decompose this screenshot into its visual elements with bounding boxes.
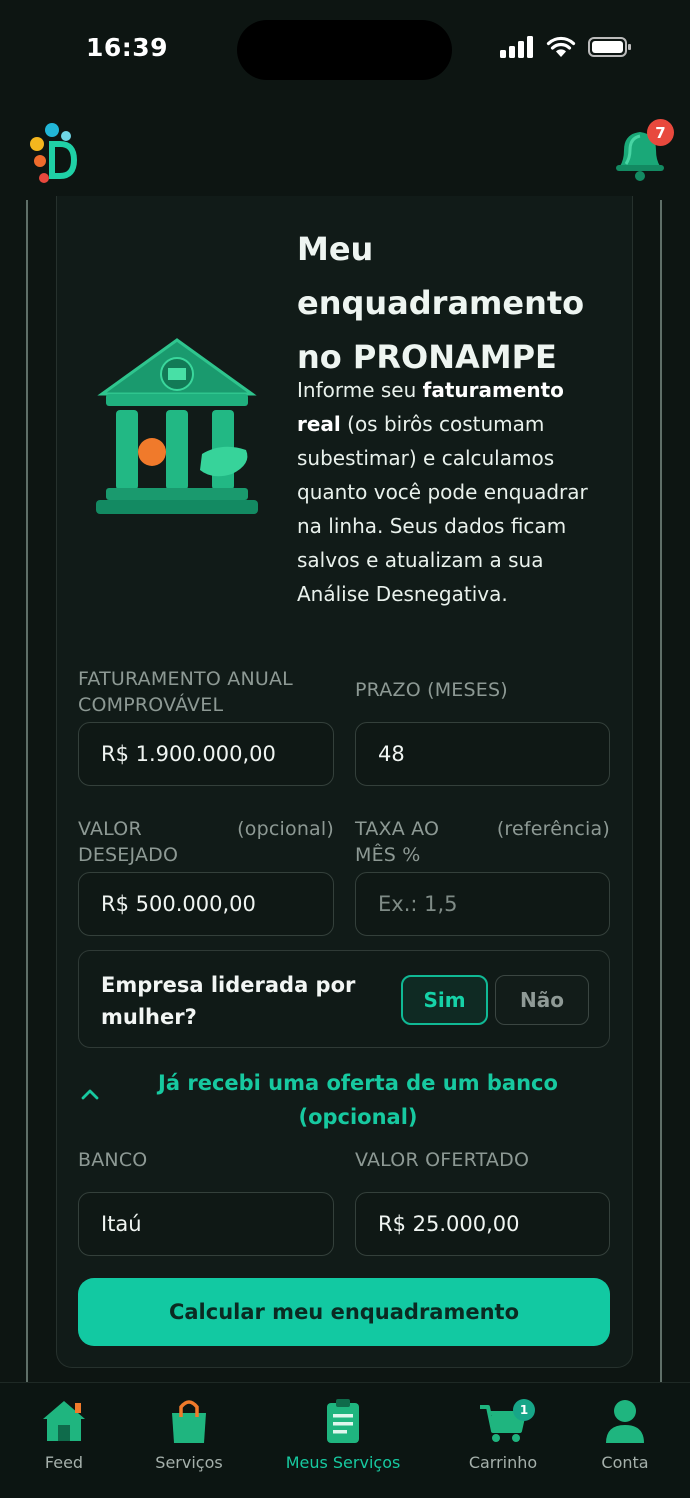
- nav-item-feed[interactable]: Feed: [4, 1397, 124, 1472]
- women-led-toggle-group: Empresa liderada por mulher? Sim Não: [78, 950, 610, 1048]
- taxa-label: TAXA AO MÊS % (referência): [355, 816, 610, 868]
- shopping-bag-icon: [172, 1400, 206, 1443]
- valor-desejado-label-text: VALOR DESEJADO: [78, 818, 179, 866]
- prazo-input[interactable]: 48: [355, 722, 610, 786]
- taxa-input[interactable]: Ex.: 1,5: [355, 872, 610, 936]
- valor-desejado-input[interactable]: R$ 500.000,00: [78, 872, 334, 936]
- nav-label-feed: Feed: [44, 1453, 84, 1472]
- cart-badge: 1: [513, 1399, 535, 1421]
- women-led-label: Empresa liderada por mulher?: [101, 973, 356, 1029]
- taxa-optional: (referência): [496, 818, 610, 840]
- bank-building-icon: [96, 338, 258, 514]
- faturamento-label: FATURAMENTO ANUAL COMPROVÁVEL: [78, 668, 293, 716]
- app-logo[interactable]: [26, 122, 78, 188]
- status-bar: 16:39: [0, 0, 690, 100]
- valor-desejado-label: VALOR DESEJADO (opcional): [78, 816, 334, 868]
- valor-ofertado-label: VALOR OFERTADO: [355, 1149, 530, 1171]
- house-icon: [43, 1401, 85, 1441]
- status-icons: [500, 36, 632, 58]
- description-part-2: (os birôs costumam subestimar) e calcula…: [297, 412, 588, 606]
- prazo-label: PRAZO (MESES): [355, 679, 508, 701]
- nav-label-carrinho: Carrinho: [468, 1453, 538, 1472]
- banco-input[interactable]: Itaú: [78, 1192, 334, 1256]
- page-title: Meu enquadramento no PRONAMPE: [297, 230, 585, 376]
- valor-desejado-optional: (opcional): [237, 818, 334, 840]
- nav-label-servicos: Serviços: [155, 1453, 223, 1472]
- battery-icon: [588, 37, 631, 57]
- wifi-icon: [546, 36, 576, 57]
- nav-label-conta: Conta: [601, 1453, 649, 1472]
- calculate-button[interactable]: Calcular meu enquadramento: [78, 1278, 610, 1346]
- nav-item-conta[interactable]: Conta: [565, 1397, 685, 1472]
- nav-item-meus-servicos[interactable]: Meus Serviços: [283, 1397, 403, 1472]
- nav-item-servicos[interactable]: Serviços: [129, 1397, 249, 1472]
- status-time: 16:39: [86, 33, 169, 62]
- nav-label-meus-servicos: Meus Serviços: [285, 1453, 401, 1472]
- chevron-up-icon[interactable]: [80, 1084, 100, 1104]
- banco-label: BANCO: [78, 1149, 148, 1171]
- page-description: Informe seu faturamento real (os birôs c…: [297, 373, 607, 611]
- valor-ofertado-input[interactable]: R$ 25.000,00: [355, 1192, 610, 1256]
- notification-badge: 7: [647, 119, 674, 146]
- dynamic-island: [237, 20, 452, 80]
- user-icon: [606, 1400, 644, 1443]
- frame-border-right: [660, 200, 662, 1382]
- faturamento-input[interactable]: R$ 1.900.000,00: [78, 722, 334, 786]
- bottom-nav: Feed Serviços Meus Serviços 1 Carrinho C…: [0, 1382, 690, 1498]
- signal-icon: [500, 36, 533, 58]
- frame-border-left: [26, 200, 28, 1382]
- clipboard-icon: [327, 1399, 359, 1443]
- nav-item-carrinho[interactable]: 1 Carrinho: [443, 1397, 563, 1472]
- description-part-1: Informe seu: [297, 378, 423, 402]
- yes-button[interactable]: Sim: [401, 975, 488, 1025]
- no-button[interactable]: Não: [495, 975, 589, 1025]
- bank-offer-toggle[interactable]: Já recebi uma oferta de um banco (opcion…: [150, 1066, 566, 1134]
- taxa-label-text: TAXA AO MÊS %: [355, 818, 440, 866]
